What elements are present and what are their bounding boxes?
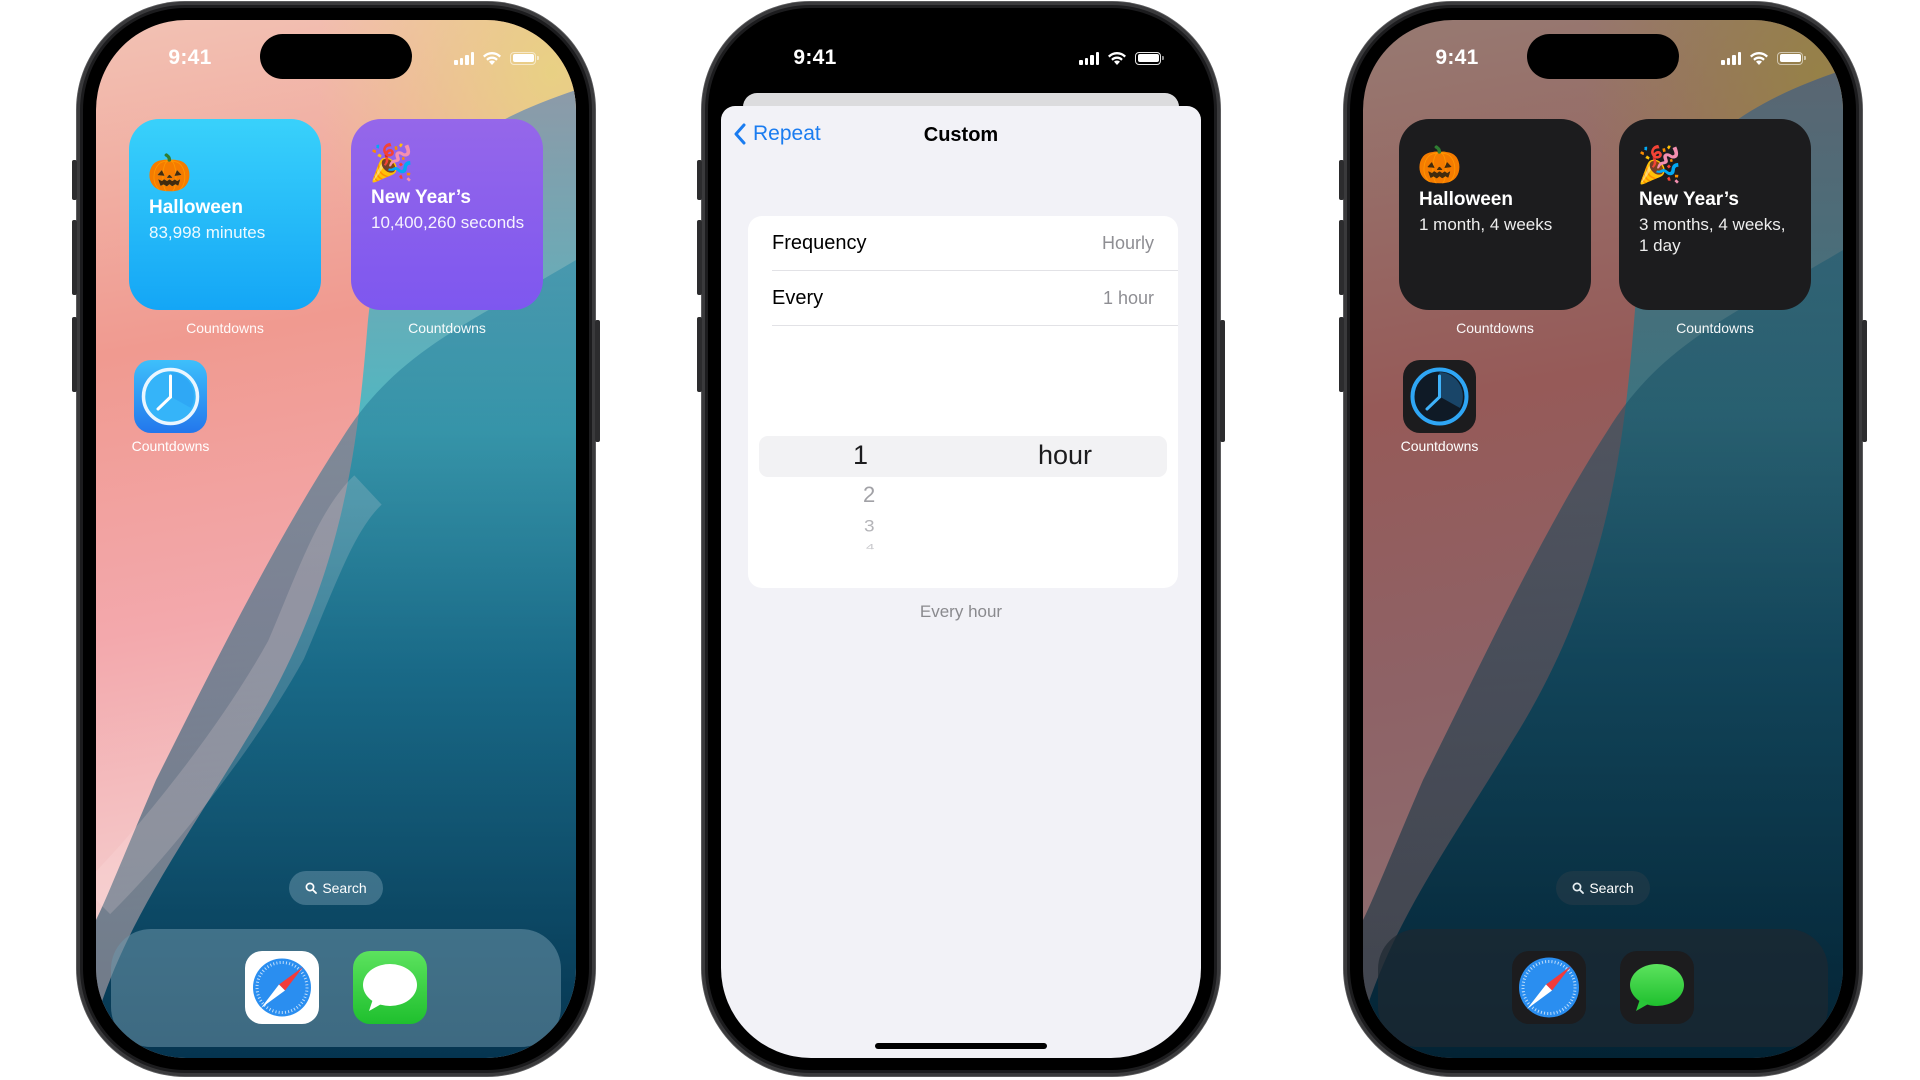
status-time: 9:41 [793,46,837,69]
row-value: Hourly [1101,232,1154,253]
wifi-icon [1750,51,1768,65]
repeat-options-card: Frequency Hourly Every 1 hour 1 hour 2 3… [748,216,1178,588]
countdowns-app-icon[interactable] [1403,360,1476,433]
row-value: 1 hour [1102,287,1154,308]
widget-subtitle: 83,998 minutes [149,223,266,242]
phone-light-home: 9:41 🎃 Halloween 83,998 minutes Countdow… [72,2,600,1076]
party-popper-icon: 🎉 [369,142,414,183]
halloween-widget[interactable]: 🎃 Halloween 83,998 minutes [129,119,321,310]
status-icons [1079,50,1164,66]
spotlight-search-button[interactable]: Search [289,871,383,905]
page-title: Custom [923,124,999,146]
cellular-signal-icon [1721,51,1741,65]
picker-number-selected[interactable]: 1 [853,440,868,471]
safari-compass-icon [245,951,319,1024]
cellular-signal-icon [1079,51,1099,65]
custom-repeat-sheet: Repeat Custom Frequency Hourly Every 1 h… [721,106,1201,1058]
picker-number-option[interactable]: 3 [864,518,875,537]
action-button [72,160,77,200]
action-button [1339,160,1344,200]
countdowns-app-icon[interactable] [134,360,207,433]
halloween-widget[interactable]: 🎃 Halloween 1 month, 4 weeks [1399,119,1591,310]
every-row[interactable]: Every 1 hour [772,271,1154,325]
volume-up-button [1339,220,1344,295]
party-popper-icon: 🎉 [1637,144,1682,185]
picker-number-option[interactable]: 4 [866,543,874,550]
messages-app-icon[interactable] [353,951,427,1024]
cellular-signal-icon [454,51,474,65]
new-years-widget[interactable]: 🎉 New Year’s 3 months, 4 weeks, 1 day [1619,119,1811,310]
widget-subtitle: 10,400,260 seconds [371,213,525,232]
picker-number-option[interactable]: 2 [863,482,875,508]
volume-down-button [697,317,702,392]
widget-label: Countdowns [186,320,264,336]
status-icons [454,50,539,66]
messages-app-icon[interactable] [1620,951,1694,1024]
dynamic-island [1527,34,1679,79]
home-screen: 9:41 🎃 Halloween 83,998 minutes Countdow… [96,20,576,1058]
dock [1378,929,1828,1047]
widget-label: Countdowns [1676,320,1754,336]
phone-settings: 9:41 Repeat Custom Frequency Hourly Ever… [697,2,1225,1076]
battery-icon [1135,51,1164,65]
search-icon [1572,882,1585,894]
volume-down-button [1339,317,1344,392]
power-button [1220,320,1225,442]
search-icon [305,882,318,894]
status-time: 9:41 [168,46,212,69]
repeat-summary: Every hour [919,602,1003,621]
app-label: Countdowns [131,438,210,454]
status-time: 9:41 [1435,46,1479,69]
row-label: Frequency [772,231,867,254]
safari-compass-icon [1512,951,1586,1024]
widget-label: Countdowns [1456,320,1534,336]
safari-app-icon[interactable] [245,951,319,1024]
status-icons [1721,50,1806,66]
settings-screen: 9:41 Repeat Custom Frequency Hourly Ever… [721,20,1201,1058]
spotlight-search-button[interactable]: Search [1556,871,1650,905]
volume-up-button [697,220,702,295]
dynamic-island [260,34,412,79]
search-label: Search [1589,880,1634,896]
battery-icon [1777,51,1806,65]
app-label: Countdowns [1400,438,1479,454]
volume-down-button [72,317,77,392]
divider [772,325,1178,326]
dock [111,929,561,1047]
search-label: Search [322,880,367,896]
new-years-widget[interactable]: 🎉 New Year’s 10,400,260 seconds [351,119,543,310]
battery-icon [510,51,539,65]
phone-dark-home: 9:41 🎃 Halloween 1 month, 4 weeks Countd… [1339,2,1867,1076]
widget-label: Countdowns [408,320,486,336]
messages-bubble-icon [353,951,427,1024]
widget-title: Halloween [1419,189,1513,210]
safari-app-icon[interactable] [1512,951,1586,1024]
messages-bubble-icon [1620,951,1694,1024]
pumpkin-icon: 🎃 [1417,144,1462,185]
volume-up-button [72,220,77,295]
widget-title: New Year’s [371,187,472,208]
clock-icon [1410,367,1469,426]
home-screen: 9:41 🎃 Halloween 1 month, 4 weeks Countd… [1363,20,1843,1058]
widget-subtitle: 3 months, 4 weeks, 1 day [1639,215,1786,255]
picker-unit[interactable]: hour [1038,440,1092,471]
action-button [697,160,702,200]
power-button [595,320,600,442]
pumpkin-icon: 🎃 [147,152,192,193]
power-button [1862,320,1867,442]
clock-icon [141,367,200,426]
wifi-icon [1108,51,1126,65]
home-indicator[interactable] [875,1043,1047,1049]
picker-selection-highlight [759,436,1167,477]
row-label: Every [772,286,824,309]
widget-subtitle: 1 month, 4 weeks [1419,215,1553,234]
frequency-row[interactable]: Frequency Hourly [772,216,1154,270]
widget-title: New Year’s [1639,189,1740,210]
wifi-icon [483,51,501,65]
widget-title: Halloween [149,197,243,218]
